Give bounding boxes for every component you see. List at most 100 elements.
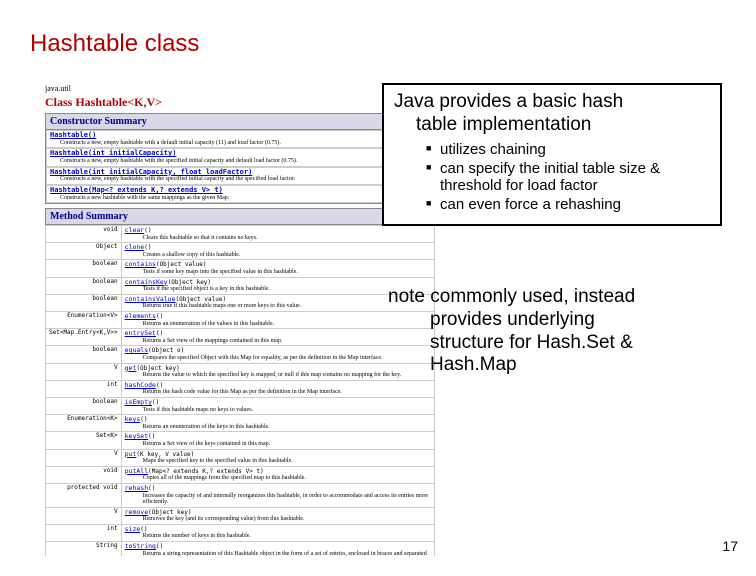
textbox-heading: Java provides a basic hash table impleme…	[394, 91, 710, 137]
method-params: (Object key)	[168, 279, 211, 286]
method-row: booleancontainsValue(Object value)Return…	[46, 294, 435, 311]
method-summary-table: voidclear()Clears this hashtable so that…	[45, 225, 435, 556]
method-return-type: Set<K>	[46, 432, 122, 449]
method-name: rehash	[125, 484, 148, 492]
method-name: put	[125, 450, 137, 458]
constructor-description: Constructs a new hashtable with the same…	[50, 195, 430, 202]
method-description: Returns an enumeration of the keys in th…	[125, 424, 431, 431]
method-name: isEmpty	[125, 398, 152, 406]
method-name: get	[125, 364, 137, 372]
note-line: provides underlying	[388, 309, 723, 332]
method-description: Returns an enumeration of the values in …	[125, 321, 431, 328]
textbox-bullet: utilizes chaining	[426, 141, 710, 158]
javadoc-panel: java.util Class Hashtable<K,V> Construct…	[45, 85, 435, 556]
method-return-type: Object	[46, 243, 122, 260]
method-name: hashCode	[125, 381, 156, 389]
method-params: (Object value)	[156, 261, 207, 268]
method-row: booleanequals(Object o)Compares the spec…	[46, 346, 435, 363]
method-description: Clears this hashtable so that it contain…	[125, 235, 431, 242]
method-description: Removes the key (and its corresponding v…	[125, 516, 431, 523]
method-params: (Object key)	[136, 365, 179, 372]
method-params: ()	[156, 330, 163, 337]
method-return-type: protected void	[46, 483, 122, 507]
textbox-heading-line1: Java provides a basic hash	[394, 91, 623, 112]
method-description: Returns a string representation of this …	[125, 551, 431, 556]
method-cell: put(K key, V value)Maps the specified ke…	[121, 449, 434, 466]
method-return-type: boolean	[46, 294, 122, 311]
constructor-summary-header: Constructor Summary	[45, 113, 435, 130]
method-cell: isEmpty()Tests if this hashtable maps no…	[121, 397, 434, 414]
method-return-type: void	[46, 466, 122, 483]
method-name: elements	[125, 312, 156, 320]
method-params: ()	[152, 399, 159, 406]
class-heading: Class Hashtable<K,V>	[45, 94, 435, 113]
constructor-row: Hashtable(int initialCapacity, float loa…	[46, 167, 434, 185]
method-row: Objectclone()Creates a shallow copy of t…	[46, 243, 435, 260]
method-row: Set<Map.Entry<K,V>>entrySet()Returns a S…	[46, 329, 435, 346]
method-description: Maps the specified key to the specified …	[125, 458, 431, 465]
method-description: Tests if the specified object is a key i…	[125, 286, 431, 293]
constructor-row: Hashtable()Constructs a new, empty hasht…	[46, 130, 434, 148]
method-cell: toString()Returns a string representatio…	[121, 542, 434, 556]
method-return-type: int	[46, 380, 122, 397]
constructor-signature: Hashtable(Map<? extends K,? extends V> t…	[50, 186, 223, 194]
note-line: Hash.Map	[388, 354, 723, 377]
constructor-signature: Hashtable(int initialCapacity)	[50, 149, 176, 157]
method-cell: rehash()Increases the capacity of and in…	[121, 483, 434, 507]
method-return-type: V	[46, 507, 122, 524]
constructor-description: Constructs a new, empty hashtable with t…	[50, 176, 430, 183]
page-number: 17	[722, 538, 738, 554]
constructor-row: Hashtable(Map<? extends K,? extends V> t…	[46, 185, 434, 203]
method-description: Creates a shallow copy of this hashtable…	[125, 252, 431, 259]
method-name: size	[125, 525, 141, 533]
method-params: (Object key)	[148, 509, 191, 516]
method-return-type: V	[46, 363, 122, 380]
method-description: Returns the number of keys in this hasht…	[125, 533, 431, 540]
method-params: ()	[148, 485, 155, 492]
method-return-type: boolean	[46, 260, 122, 277]
method-description: Tests if some key maps into the specifie…	[125, 269, 431, 276]
method-cell: clear()Clears this hashtable so that it …	[121, 226, 434, 243]
method-name: equals	[125, 346, 148, 354]
method-name: clone	[125, 243, 145, 251]
method-params: ()	[144, 227, 151, 234]
method-summary-header: Method Summary	[45, 208, 435, 225]
method-name: remove	[125, 508, 148, 516]
note-text: note commonly used, instead provides und…	[388, 286, 723, 377]
method-row: Vget(Object key)Returns the value to whi…	[46, 363, 435, 380]
constructor-row: Hashtable(int initialCapacity)Constructs…	[46, 148, 434, 166]
method-row: inthashCode()Returns the hash code value…	[46, 380, 435, 397]
constructor-description: Constructs a new, empty hashtable with a…	[50, 140, 430, 147]
method-params: ()	[140, 526, 147, 533]
method-return-type: Set<Map.Entry<K,V>>	[46, 329, 122, 346]
method-name: clear	[125, 226, 145, 234]
method-description: Returns a Set view of the mappings conta…	[125, 338, 431, 345]
method-params: (K key, V value)	[136, 451, 194, 458]
method-row: voidputAll(Map<? extends K,? extends V> …	[46, 466, 435, 483]
method-row: Enumeration<K>keys()Returns an enumerati…	[46, 415, 435, 432]
constructor-description: Constructs a new, empty hashtable with t…	[50, 158, 430, 165]
method-row: voidclear()Clears this hashtable so that…	[46, 226, 435, 243]
method-params: ()	[156, 543, 163, 550]
method-description: Compares the specified Object with this …	[125, 355, 431, 362]
method-cell: size()Returns the number of keys in this…	[121, 524, 434, 541]
note-line: structure for Hash.Set &	[388, 332, 723, 355]
textbox-bullet-list: utilizes chaining can specify the initia…	[394, 141, 710, 214]
method-cell: contains(Object value)Tests if some key …	[121, 260, 434, 277]
method-row: Vremove(Object key)Removes the key (and …	[46, 507, 435, 524]
constructor-signature: Hashtable(int initialCapacity, float loa…	[50, 168, 252, 176]
method-params: ()	[140, 416, 147, 423]
method-params: ()	[144, 244, 151, 251]
method-description: Copies all of the mappings from the spec…	[125, 475, 431, 482]
method-name: containsKey	[125, 278, 168, 286]
textbox-bullet: can even force a rehashing	[426, 196, 710, 213]
method-row: Set<K>keySet()Returns a Set view of the …	[46, 432, 435, 449]
method-description: Returns a Set view of the keys contained…	[125, 441, 431, 448]
method-name: putAll	[125, 467, 148, 475]
method-description: Tests if this hashtable maps no keys to …	[125, 407, 431, 414]
method-return-type: Enumeration<K>	[46, 415, 122, 432]
method-params: ()	[156, 313, 163, 320]
method-cell: clone()Creates a shallow copy of this ha…	[121, 243, 434, 260]
textbox-heading-line2: table implementation	[398, 114, 710, 137]
method-params: ()	[148, 433, 155, 440]
